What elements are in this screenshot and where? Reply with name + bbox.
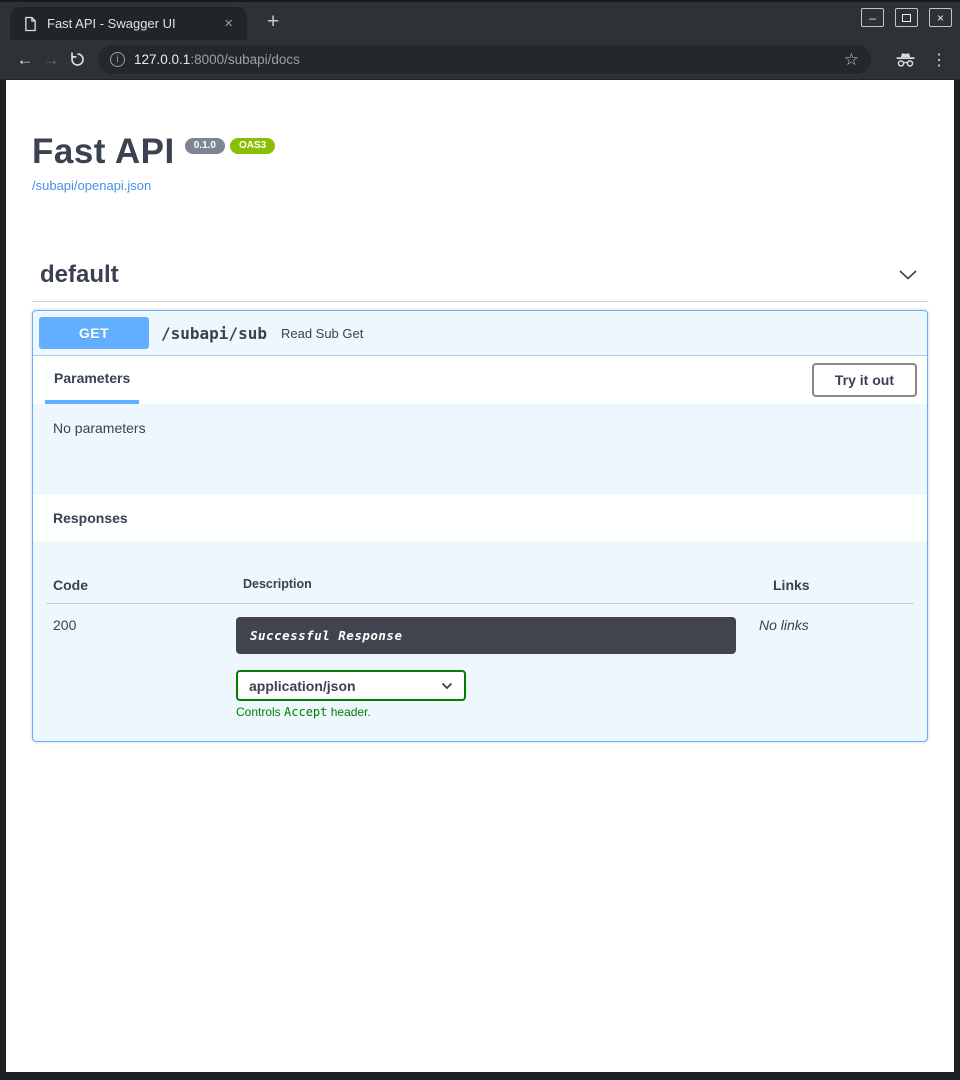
accept-note-suffix: header. [327, 705, 370, 719]
oas-badge: OAS3 [230, 138, 275, 154]
back-button[interactable]: ← [12, 50, 38, 70]
api-badges: 0.1.0 OAS3 [185, 138, 275, 154]
column-header-links: Links [766, 577, 914, 593]
operation-block: GET /subapi/sub Read Sub Get Parameters … [32, 310, 928, 742]
responses-section-header: Responses [33, 493, 927, 543]
api-title: Fast API [32, 134, 175, 169]
tag-name: default [40, 261, 119, 289]
version-badge: 0.1.0 [185, 138, 225, 154]
media-type-value: application/json [249, 678, 356, 694]
maximize-button[interactable] [895, 8, 918, 27]
url-text: 127.0.0.1:8000/subapi/docs [134, 52, 835, 67]
responses-table-header: Code Description Links [46, 555, 914, 604]
response-description: Successful Response [236, 617, 736, 654]
chevron-down-icon [441, 682, 453, 690]
reload-icon [69, 51, 86, 68]
tab-strip: Fast API - Swagger UI × + – × [0, 0, 960, 40]
url-host: 127.0.0.1 [134, 52, 190, 67]
browser-menu-icon[interactable]: ⋮ [930, 50, 948, 70]
browser-tab[interactable]: Fast API - Swagger UI × [10, 7, 247, 40]
forward-button[interactable]: → [38, 50, 64, 70]
window-controls: – × [861, 8, 952, 27]
response-row: 200 Successful Response application/json… [53, 604, 907, 719]
url-path: :8000/subapi/docs [190, 52, 300, 67]
tag-section-header[interactable]: default [32, 251, 928, 302]
no-parameters-text: No parameters [33, 404, 927, 493]
browser-window: Fast API - Swagger UI × + – × ← → i 127.… [0, 0, 960, 1080]
new-tab-button[interactable]: + [267, 11, 279, 32]
operation-summary[interactable]: GET /subapi/sub Read Sub Get [33, 311, 927, 356]
incognito-icon [895, 52, 916, 68]
page-content: Fast API 0.1.0 OAS3 /subapi/openapi.json… [6, 80, 954, 1072]
accept-note-code: Accept [284, 705, 327, 719]
response-code: 200 [53, 617, 236, 719]
bookmark-star-icon[interactable]: ☆ [844, 50, 859, 70]
site-info-icon[interactable]: i [110, 52, 125, 67]
page-favicon-icon [24, 16, 37, 32]
reload-button[interactable] [64, 51, 90, 68]
parameters-section-header: Parameters Try it out [33, 356, 927, 404]
column-header-code: Code [46, 577, 236, 593]
column-header-description: Description [236, 577, 766, 593]
chevron-down-icon[interactable] [898, 269, 918, 281]
operation-path: /subapi/sub [161, 324, 267, 343]
tab-title: Fast API - Swagger UI [47, 16, 210, 31]
minimize-button[interactable]: – [861, 8, 884, 27]
response-description-cell: Successful Response application/json Con… [236, 617, 759, 719]
url-bar[interactable]: i 127.0.0.1:8000/subapi/docs ☆ [98, 45, 871, 74]
tab-close-icon[interactable]: × [220, 16, 237, 31]
response-links: No links [759, 617, 907, 719]
try-it-out-button[interactable]: Try it out [812, 363, 917, 397]
responses-table: Code Description Links 200 Successful Re… [33, 543, 927, 741]
close-button[interactable]: × [929, 8, 952, 27]
accept-note-prefix: Controls [236, 705, 284, 719]
maximize-icon [902, 14, 911, 22]
method-badge: GET [39, 317, 149, 349]
api-info-section: Fast API 0.1.0 OAS3 /subapi/openapi.json [32, 134, 928, 195]
accept-header-note: Controls Accept header. [236, 705, 759, 719]
openapi-spec-link[interactable]: /subapi/openapi.json [32, 178, 151, 193]
browser-toolbar: ← → i 127.0.0.1:8000/subapi/docs ☆ ⋮ [0, 40, 960, 80]
media-type-select[interactable]: application/json [236, 670, 466, 701]
operation-summary-text: Read Sub Get [281, 326, 363, 341]
tab-parameters: Parameters [45, 356, 139, 404]
